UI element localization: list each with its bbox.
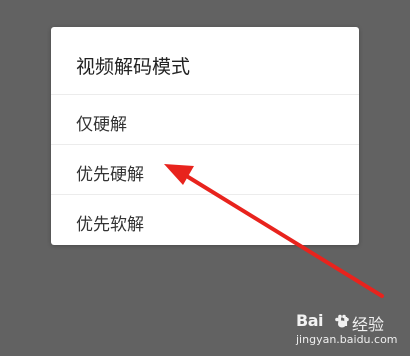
option-prefer-hardware[interactable]: 优先硬解 (51, 144, 359, 194)
option-label: 仅硬解 (76, 115, 127, 135)
watermark-url: jingyan.baidu.com (296, 333, 398, 346)
option-prefer-software[interactable]: 优先软解 (51, 194, 359, 244)
baidu-jingyan-watermark: Bai u 经验 jingyan.baidu.com (296, 311, 404, 351)
watermark-cn-text: 经验 (352, 315, 385, 334)
option-label: 优先软解 (76, 215, 144, 235)
paw-icon (335, 314, 349, 328)
decode-mode-dialog: 视频解码模式 仅硬解 优先硬解 优先软解 (51, 27, 359, 245)
option-hardware-only[interactable]: 仅硬解 (51, 94, 359, 144)
dialog-title: 视频解码模式 (76, 56, 191, 78)
option-label: 优先硬解 (76, 165, 144, 185)
